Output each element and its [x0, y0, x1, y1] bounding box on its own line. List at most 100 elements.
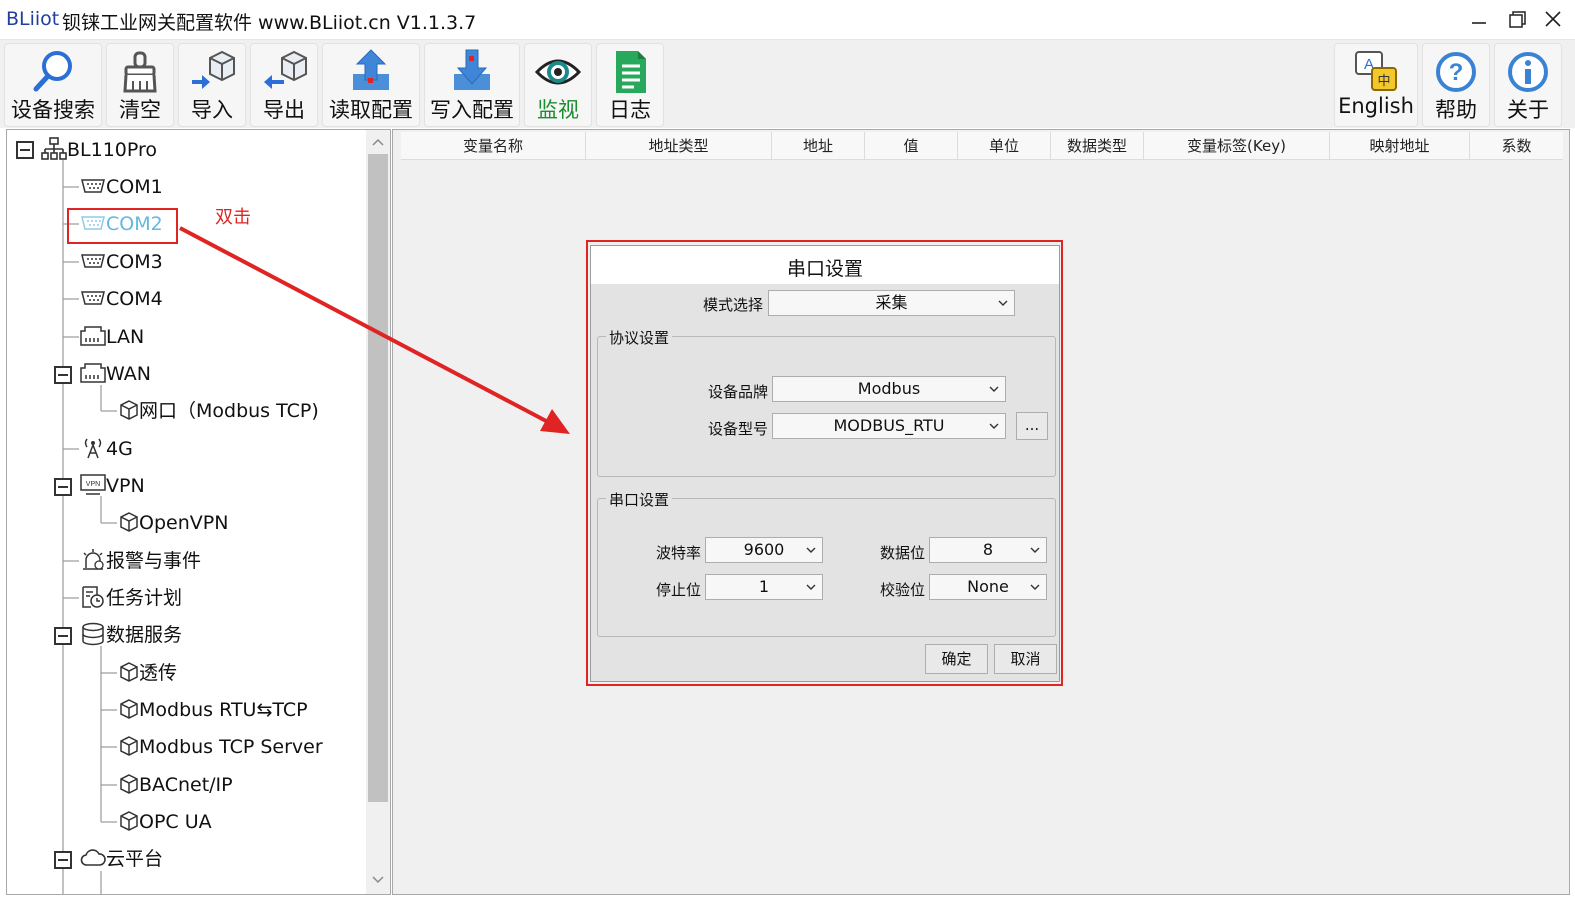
scroll-thumb[interactable] [368, 154, 388, 802]
tree-node-lan[interactable]: LAN [80, 322, 144, 352]
more-options-button[interactable]: ... [1016, 412, 1048, 440]
tree-node-com4[interactable]: COM4 [80, 284, 163, 314]
serial-settings-group: 串口设置 [597, 489, 1056, 637]
data-bits-label: 数据位 [879, 544, 925, 562]
vpn-collapse-toggle[interactable] [54, 478, 72, 496]
tree-node-vpn[interactable]: VPN VPN [80, 471, 145, 501]
device-model-label: 设备型号 [707, 420, 768, 438]
write-config-button[interactable]: 写入配置 [424, 43, 520, 127]
cube-icon [120, 399, 138, 420]
export-button[interactable]: 导出 [250, 43, 318, 127]
brand-logo: BLiiot [6, 8, 60, 30]
column-header-address[interactable]: 地址 [772, 132, 865, 160]
column-header-address-type[interactable]: 地址类型 [586, 132, 772, 160]
chevron-down-icon [989, 423, 999, 429]
mode-select[interactable]: 采集 [768, 290, 1015, 316]
device-model-value: MODBUS_RTU [833, 416, 945, 435]
serial-settings-title: 串口设置 [606, 489, 673, 510]
dialog-title-bar: 串口设置 [591, 246, 1059, 284]
scroll-up-arrow-icon[interactable] [366, 132, 390, 152]
svg-text:?: ? [1449, 59, 1464, 86]
ok-button[interactable]: 确定 [925, 644, 988, 674]
tree-node-bacnet[interactable]: BACnet/IP [119, 770, 233, 800]
column-header-key[interactable]: 变量标签(Key) [1144, 132, 1330, 160]
mode-select-value: 采集 [875, 293, 908, 312]
tree-node-4g-label: 4G [106, 438, 133, 460]
wan-collapse-toggle[interactable] [54, 366, 72, 384]
tree-node-wan[interactable]: WAN [80, 359, 151, 389]
tree-node-opcua-label: OPC UA [139, 811, 212, 833]
clear-button[interactable]: 清空 [106, 43, 174, 127]
tree-node-passthrough-label: 透传 [139, 662, 178, 684]
parity-label: 校验位 [879, 581, 925, 599]
tree-node-cloud-label: 云平台 [106, 848, 164, 870]
variable-table-header: 变量名称 地址类型 地址 值 单位 数据类型 变量标签(Key) 映射地址 系数 [401, 132, 1563, 160]
parity-select[interactable]: None [929, 574, 1047, 600]
svg-text:中: 中 [1377, 74, 1390, 89]
chevron-down-icon [806, 547, 816, 553]
tree-node-wan-port[interactable]: 网口（Modbus TCP) [119, 396, 319, 426]
tree-node-root[interactable]: BL110Pro [41, 135, 157, 165]
device-search-label: 设备搜索 [11, 98, 95, 122]
tree-node-data-service[interactable]: 数据服务 [80, 620, 182, 650]
tree-node-modbus-rtu-tcp[interactable]: Modbus RTU⇆TCP [119, 695, 308, 725]
column-header-data-type[interactable]: 数据类型 [1051, 132, 1144, 160]
device-brand-select[interactable]: Modbus [772, 376, 1006, 402]
about-button[interactable]: 关于 [1494, 43, 1562, 127]
log-button[interactable]: 日志 [596, 43, 664, 127]
dialog-title: 串口设置 [786, 258, 863, 280]
translate-icon: A中 [1355, 51, 1397, 91]
broom-icon [123, 51, 157, 93]
stop-bits-select[interactable]: 1 [705, 574, 823, 600]
tree-node-modbus-tcp-server[interactable]: Modbus TCP Server [119, 732, 323, 762]
tree-node-task[interactable]: 任务计划 [80, 583, 182, 613]
column-header-unit[interactable]: 单位 [958, 132, 1051, 160]
network-topology-icon [41, 136, 67, 160]
column-header-coefficient[interactable]: 系数 [1470, 132, 1563, 160]
parity-value: None [967, 577, 1009, 596]
english-button[interactable]: A中 English [1334, 43, 1418, 127]
data-bits-select[interactable]: 8 [929, 537, 1047, 563]
tree-node-cloud[interactable]: 云平台 [80, 844, 163, 874]
tree-node-com3[interactable]: COM3 [80, 247, 163, 277]
tree-node-openvpn[interactable]: OpenVPN [119, 508, 228, 538]
device-model-select[interactable]: MODBUS_RTU [772, 413, 1006, 439]
monitor-label: 监视 [537, 98, 579, 122]
scroll-down-arrow-icon[interactable] [366, 870, 390, 890]
tree-node-4g[interactable]: 4G [80, 434, 133, 464]
root-collapse-toggle[interactable] [16, 141, 34, 159]
chevron-down-icon [806, 584, 816, 590]
tree-node-bacnet-label: BACnet/IP [139, 774, 233, 796]
column-header-name[interactable]: 变量名称 [401, 132, 586, 160]
column-header-mapped-address[interactable]: 映射地址 [1330, 132, 1470, 160]
tree-node-opcua[interactable]: OPC UA [119, 807, 212, 837]
baud-rate-select[interactable]: 9600 [705, 537, 823, 563]
data-service-collapse-toggle[interactable] [54, 627, 72, 645]
device-search-button[interactable]: 设备搜索 [4, 43, 102, 127]
tree-node-alarm[interactable]: 报警与事件 [80, 546, 201, 576]
monitor-button[interactable]: 监视 [524, 43, 592, 127]
column-header-value[interactable]: 值 [865, 132, 958, 160]
close-icon[interactable] [1536, 4, 1570, 36]
cloud-icon [80, 848, 106, 866]
clear-label: 清空 [119, 98, 161, 122]
help-button[interactable]: ? 帮助 [1422, 43, 1490, 127]
chevron-down-icon [989, 386, 999, 392]
tree-scrollbar[interactable] [366, 130, 390, 894]
import-button[interactable]: 导入 [178, 43, 246, 127]
chevron-down-icon [1030, 547, 1040, 553]
tree-node-com1[interactable]: COM1 [80, 172, 163, 202]
tree-node-passthrough[interactable]: 透传 [119, 658, 177, 688]
export-label: 导出 [263, 98, 305, 122]
window-title: 钡铼工业网关配置软件 www.BLiiot.cn V1.1.3.7 [62, 12, 477, 34]
tree-node-wan-port-label: 网口（Modbus TCP) [139, 400, 319, 422]
cube-icon [120, 735, 138, 756]
chevron-down-icon [998, 300, 1008, 306]
minimize-icon[interactable] [1462, 4, 1496, 36]
cancel-button[interactable]: 取消 [994, 644, 1057, 674]
write-config-label: 写入配置 [430, 98, 514, 122]
read-config-button[interactable]: 读取配置 [322, 43, 420, 127]
ethernet-port-icon [80, 325, 106, 346]
restore-icon[interactable] [1500, 4, 1534, 36]
cloud-collapse-toggle[interactable] [54, 851, 72, 869]
